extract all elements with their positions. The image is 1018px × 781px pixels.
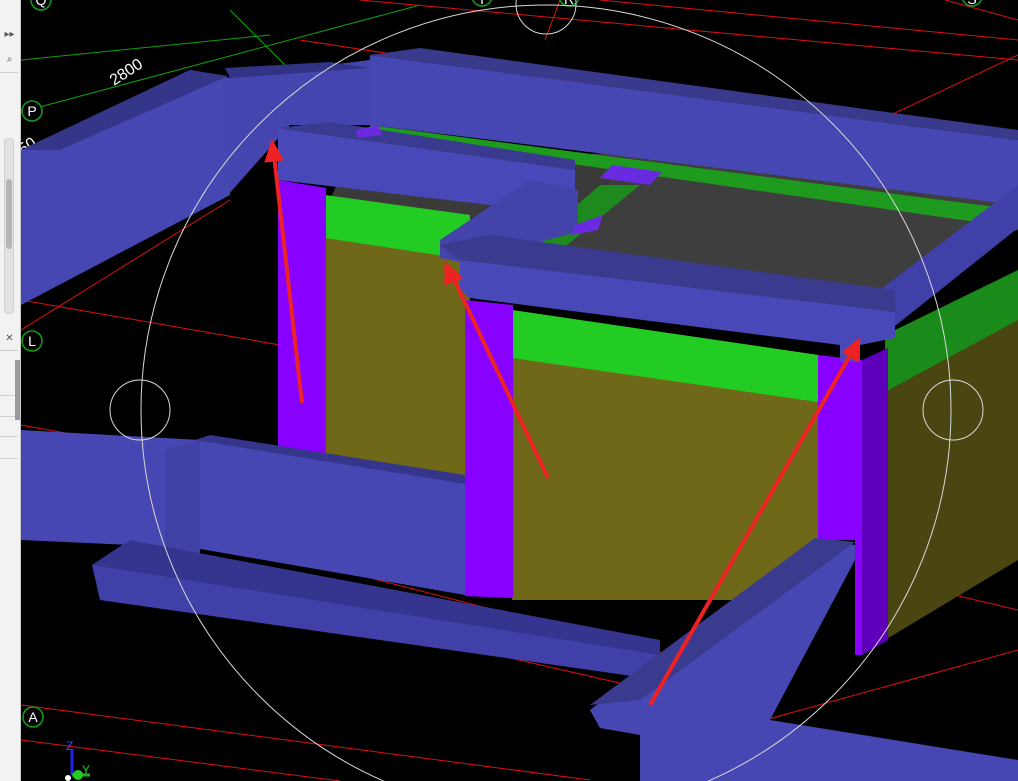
column-right-side [862,348,888,655]
dimension-2800: 2800 [107,56,146,90]
grid-line-red [599,0,1018,41]
panel-divider [0,436,18,437]
3d-model-viewport[interactable]: Q P M L A T R [21,0,1018,781]
expand-panel-button[interactable]: ▸▸ [1,26,18,43]
grid-line-red [944,0,1018,21]
axis-y-label: Y [82,763,90,777]
grid-line-red [21,704,591,781]
grid-line-red [879,54,1018,121]
panel-divider [0,350,18,351]
grid-label-l: L [28,333,36,349]
panel-scrollbar-thumb[interactable] [6,179,12,249]
app-window: ▸▸ ⌕ ✕ Q P L A 2800 Z Y [0,0,1018,781]
panel-scrollbar[interactable] [4,138,14,314]
left-side-panel: ▸▸ ⌕ ✕ [0,0,21,781]
grid-line-green [21,34,271,61]
grid-line-red [764,649,1018,721]
orbit-handle-left[interactable] [109,379,171,441]
grid-bubble-p[interactable]: P [21,100,43,122]
axis-origin [73,770,83,780]
grid-bubble-a[interactable]: A [22,706,44,728]
panel-splitter-handle[interactable] [15,360,20,420]
axis-triad: Z Y [65,739,90,781]
grid-label-t: T [478,0,487,7]
beam-bottom-stub [165,440,200,565]
panel-divider [0,72,18,73]
panel-divider [0,458,18,459]
grid-bubble-q[interactable]: Q [30,0,52,11]
axis-origin-dot [65,775,71,781]
column-left [278,180,326,455]
grid-label-p: P [27,103,36,119]
grid-bubble-l[interactable]: L [21,330,43,352]
search-icon[interactable]: ⌕ [1,51,18,68]
column-mid [465,300,513,598]
grid-label-a: A [28,709,38,725]
grid-bubble-t[interactable]: T [472,0,492,7]
grid-label-s: S [967,0,976,7]
close-icon[interactable]: ✕ [1,330,18,347]
axis-z-label: Z [66,739,73,753]
grid-label-q: Q [36,0,47,8]
